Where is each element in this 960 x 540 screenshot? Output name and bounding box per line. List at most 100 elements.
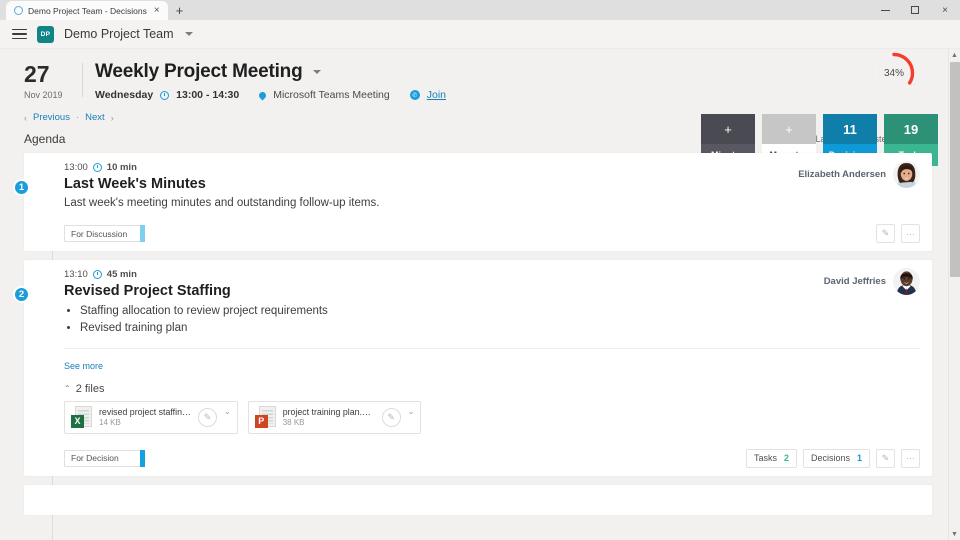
- clock-icon: [93, 163, 102, 172]
- more-options-icon[interactable]: ···: [901, 224, 920, 243]
- progress-ring: 34%: [872, 51, 916, 95]
- file-size: 14 KB: [99, 418, 191, 427]
- chip-label: Decisions: [811, 453, 850, 463]
- close-window-icon[interactable]: ×: [930, 0, 960, 20]
- status-badge[interactable]: For Discussion: [64, 225, 142, 242]
- agenda-list: 1 13:00 10 min Last Week's Minutes Last week…: [14, 153, 932, 515]
- chevron-down-icon[interactable]: [185, 32, 193, 36]
- chevron-up-icon: ⌃: [64, 384, 71, 393]
- team-name: Demo Project Team: [64, 27, 174, 41]
- chip-count: 1: [857, 453, 862, 463]
- agenda-item-title: Last Week's Minutes: [64, 176, 920, 192]
- team-avatar: DP: [37, 26, 54, 43]
- favicon-icon: [14, 6, 23, 15]
- agenda-item-duration: 10 min: [107, 162, 137, 173]
- file-attachment-card[interactable]: Xrevised project staffing pl...14 KB ✎ ⌄: [64, 401, 238, 434]
- agenda-item-card[interactable]: 2 13:10 45 min Revised Project Staffing Staf…: [24, 260, 932, 476]
- content-area: 27 Nov 2019 Weekly Project Meeting Wedne…: [0, 49, 960, 540]
- meeting-header: 27 Nov 2019 Weekly Project Meeting Wedne…: [14, 49, 932, 101]
- clock-icon: [160, 91, 169, 100]
- file-size: 38 KB: [283, 418, 375, 427]
- edit-pencil-icon[interactable]: ✎: [876, 224, 895, 243]
- join-link[interactable]: Join: [427, 89, 446, 101]
- agenda-item-card[interactable]: 113:0010 minLast Week's MinutesLast week…: [24, 153, 932, 251]
- agenda-item-footer: For Discussion ✎ ···: [24, 217, 932, 251]
- avatar[interactable]: [893, 161, 920, 188]
- xlsx-file-icon: X: [71, 406, 92, 429]
- agenda-heading: Agenda: [24, 132, 65, 146]
- minimize-icon[interactable]: [870, 0, 900, 20]
- agenda-item-time-row: 13:00 10 min: [64, 162, 920, 173]
- meeting-menu-chevron-icon[interactable]: [313, 70, 321, 74]
- meeting-date: 27 Nov 2019: [24, 61, 82, 100]
- see-more-link[interactable]: See more: [64, 361, 103, 371]
- tab-title: Demo Project Team - Decisions: [28, 6, 147, 16]
- stat-tile-value: +: [762, 114, 816, 144]
- status-badge-label: For Decision: [71, 453, 119, 463]
- files-count-label: 2 files: [76, 383, 105, 395]
- agenda-item-number: 1: [13, 179, 30, 196]
- close-tab-icon[interactable]: ×: [152, 6, 162, 16]
- stat-tile-value: +: [701, 114, 755, 144]
- page-title: Weekly Project Meeting: [95, 61, 303, 83]
- maximize-icon[interactable]: [900, 0, 930, 20]
- scroll-up-arrow-icon[interactable]: ▲: [949, 49, 960, 61]
- footer-actions: Tasks 2 Decisions 1 ✎ ···: [746, 449, 920, 468]
- list-item: Staffing allocation to review project re…: [80, 303, 920, 320]
- browser-tab[interactable]: Demo Project Team - Decisions ×: [6, 1, 168, 20]
- chip-label: Tasks: [754, 453, 777, 463]
- hamburger-menu-icon[interactable]: [12, 26, 27, 43]
- list-item: Revised training plan: [80, 320, 920, 337]
- agenda-item-title: Revised Project Staffing: [64, 283, 920, 299]
- meeting-meta: Wednesday 13:00 - 14:30 Microsoft Teams …: [95, 89, 932, 101]
- phone-icon: ✆: [410, 90, 420, 100]
- previous-link[interactable]: Previous: [33, 112, 70, 123]
- footer-actions: ✎ ···: [876, 224, 920, 243]
- chip-count: 2: [784, 453, 789, 463]
- status-badge-label: For Discussion: [71, 229, 127, 239]
- chevron-down-icon[interactable]: ⌄: [408, 406, 417, 416]
- file-name: project training plan.pptx: [283, 407, 375, 417]
- agenda-item-time: 13:00: [64, 162, 88, 173]
- agenda-item-description: Last week's meeting minutes and outstand…: [64, 197, 920, 209]
- progress-percent-label: 34%: [872, 51, 916, 95]
- owner-name: David Jeffries: [824, 276, 886, 287]
- meeting-weekday: Wednesday: [95, 89, 153, 101]
- agenda-item-time: 13:10: [64, 269, 88, 280]
- chevron-down-icon[interactable]: ⌄: [224, 406, 233, 416]
- files-toggle[interactable]: ⌃ 2 files: [64, 383, 920, 395]
- status-badge[interactable]: For Decision: [64, 450, 142, 467]
- clock-icon: [93, 270, 102, 279]
- vertical-scrollbar[interactable]: ▲ ▼: [948, 49, 960, 540]
- file-attachments: Xrevised project staffing pl...14 KB✎⌄Pp…: [64, 401, 920, 434]
- scrollbar-thumb[interactable]: [950, 62, 960, 277]
- agenda-item-footer: For Decision Tasks 2 Decisions 1 ✎ ···: [24, 442, 932, 476]
- chip-tasks[interactable]: Tasks 2: [746, 449, 797, 468]
- pptx-file-icon: P: [255, 406, 276, 429]
- agenda-item-duration: 45 min: [107, 269, 137, 280]
- date-month-year: Nov 2019: [24, 90, 82, 100]
- new-tab-button[interactable]: +: [168, 4, 192, 17]
- stat-tile-value: 11: [823, 114, 877, 144]
- edit-pencil-icon[interactable]: ✎: [198, 408, 217, 427]
- meeting-time: 13:00 - 14:30: [176, 89, 239, 101]
- avatar[interactable]: [893, 268, 920, 295]
- owner-name: Elizabeth Andersen: [798, 169, 886, 180]
- stat-tile-value: 19: [884, 114, 938, 144]
- edit-pencil-icon[interactable]: ✎: [382, 408, 401, 427]
- chip-decisions[interactable]: Decisions 1: [803, 449, 870, 468]
- agenda-item-time-row: 13:10 45 min: [64, 269, 920, 280]
- edit-pencil-icon[interactable]: ✎: [876, 449, 895, 468]
- next-chevron-icon[interactable]: ›: [111, 113, 114, 123]
- agenda-item-owner: David Jeffries: [824, 268, 920, 295]
- browser-chrome: Demo Project Team - Decisions × + ×: [0, 0, 960, 20]
- agenda-item-card[interactable]: [24, 485, 932, 515]
- nav-separator: ·: [76, 112, 79, 123]
- agenda-item-owner: Elizabeth Andersen: [798, 161, 920, 188]
- next-link[interactable]: Next: [85, 112, 105, 123]
- more-options-icon[interactable]: ···: [901, 449, 920, 468]
- previous-chevron-icon[interactable]: ‹: [24, 113, 27, 123]
- file-attachment-card[interactable]: Pproject training plan.pptx38 KB ✎ ⌄: [248, 401, 422, 434]
- scroll-down-arrow-icon[interactable]: ▼: [949, 528, 960, 540]
- file-name: revised project staffing pl...: [99, 407, 191, 417]
